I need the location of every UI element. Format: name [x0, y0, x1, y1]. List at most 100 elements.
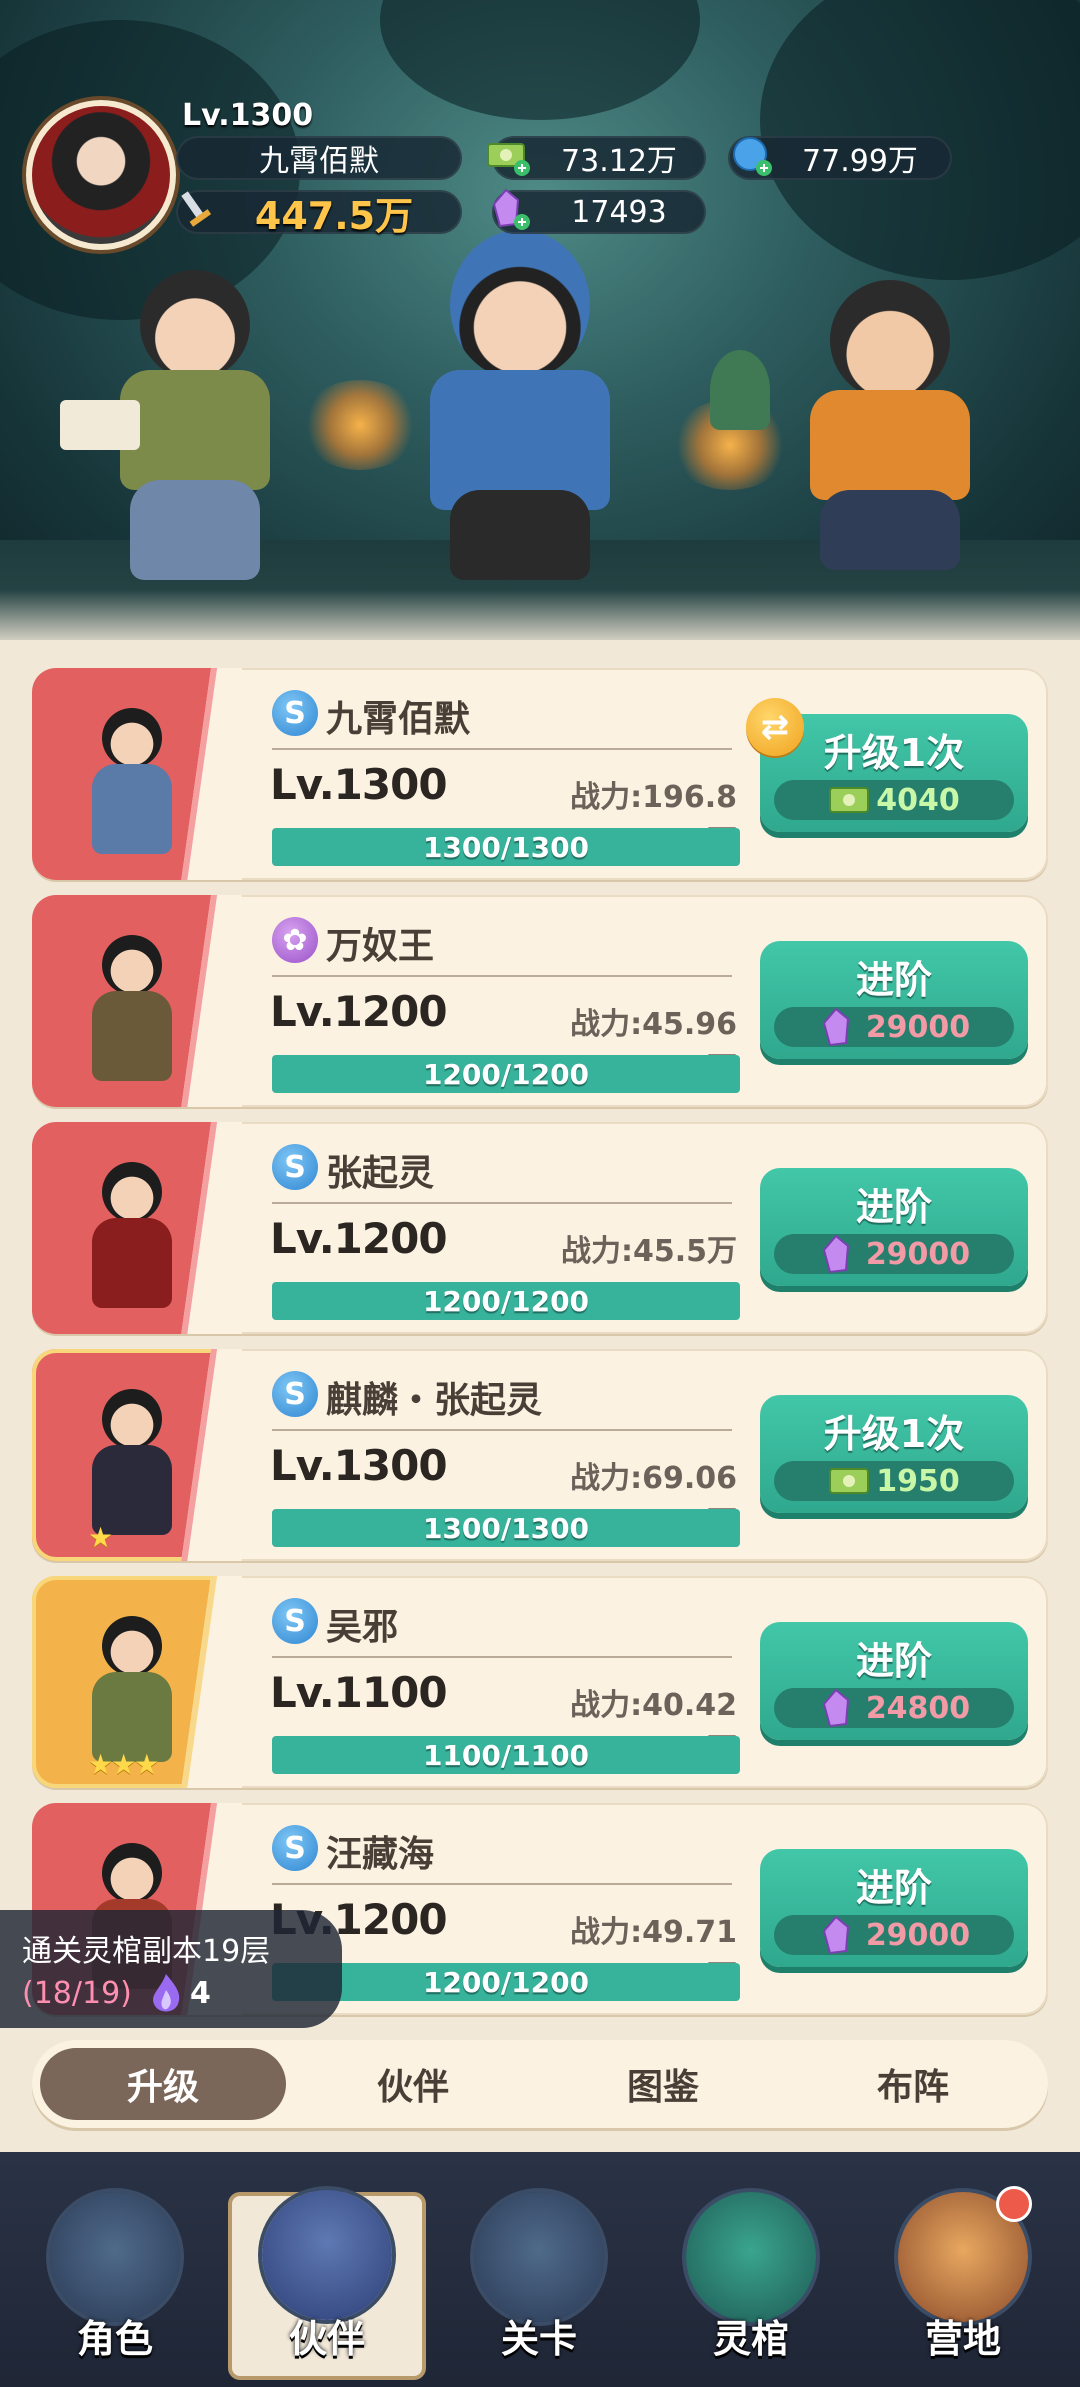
hero-center	[380, 230, 660, 590]
advance-button[interactable]: 进阶 29000	[760, 1168, 1028, 1286]
advance-button[interactable]: 进阶 24800	[760, 1622, 1028, 1740]
divider	[272, 975, 732, 977]
hero-right	[710, 280, 1020, 580]
button-label: 进阶	[855, 1866, 932, 1910]
cost-display: 29000	[774, 1007, 1014, 1047]
player-avatar[interactable]	[26, 100, 176, 250]
tab-formation[interactable]: 布阵	[790, 2048, 1036, 2120]
player-name-pill: 九霄佰默	[176, 136, 462, 180]
level-progress-bar: 1100/1100	[272, 1736, 740, 1774]
button-label: 进阶	[855, 1639, 932, 1683]
quest-title: 通关灵棺副本19层	[22, 1934, 271, 1969]
cost-value: 4040	[876, 782, 960, 818]
partner-level: Lv.1200	[270, 1214, 448, 1263]
player-name: 九霄佰默	[259, 144, 379, 179]
cost-display: 29000	[774, 1915, 1014, 1955]
nav-character[interactable]: 角色	[20, 2182, 210, 2382]
cost-display: 29000	[774, 1234, 1014, 1274]
bottom-nav: 角色 伙伴 关卡 灵棺 营地	[0, 2152, 1080, 2387]
player-level: Lv.1300	[182, 98, 314, 133]
tab-upgrade[interactable]: 升级	[40, 2048, 286, 2120]
partner-card[interactable]: ★ S 麒麟・张起灵 Lv.1300 战力:69.06万 1300/1300 升…	[32, 1349, 1048, 1561]
partner-card[interactable]: S 张起灵 Lv.1200 战力:45.5万 1200/1200 进阶 2900…	[32, 1122, 1048, 1334]
star-rating: ★	[88, 1521, 113, 1554]
sub-tab-bar: 升级 伙伴 图鉴 布阵	[32, 2040, 1048, 2128]
partner-portrait[interactable]: ★	[32, 1349, 242, 1561]
level-progress-bar: 1200/1200	[272, 1055, 740, 1093]
quest-progress: (18/19)	[22, 1976, 132, 2011]
cash-icon	[829, 1468, 870, 1494]
rarity-badge-icon: S	[272, 1598, 318, 1644]
cost-value: 24800	[865, 1690, 971, 1726]
crystal-icon	[822, 1007, 849, 1047]
upgrade-once-button[interactable]: 升级1次 1950	[760, 1395, 1028, 1513]
hero-left	[60, 270, 310, 590]
partner-name: 吴邪	[326, 1607, 399, 1648]
cost-value: 29000	[865, 1917, 971, 1953]
swap-icon[interactable]: ⇄	[746, 698, 804, 756]
cost-value: 1950	[876, 1463, 960, 1499]
battle-scene	[0, 0, 1080, 640]
cost-value: 29000	[865, 1009, 971, 1045]
rarity-badge-icon: S	[272, 1825, 318, 1871]
partner-icon	[262, 2190, 392, 2320]
divider	[272, 1429, 732, 1431]
player-power: 447.5万	[254, 193, 414, 238]
divider	[272, 1883, 732, 1885]
partner-portrait[interactable]	[32, 895, 242, 1107]
cash-icon	[487, 143, 530, 176]
partner-level: Lv.1200	[270, 987, 448, 1036]
partner-level: Lv.1300	[270, 760, 448, 809]
sword-icon	[181, 191, 212, 227]
notification-dot	[996, 2186, 1032, 2222]
divider	[272, 1656, 732, 1658]
partner-power: 战力:45.5万	[560, 1234, 737, 1269]
button-label: 进阶	[855, 1185, 932, 1229]
partner-portrait[interactable]: ★★★	[32, 1576, 242, 1788]
level-progress-bar: 1200/1200	[272, 1282, 740, 1320]
quest-tracker[interactable]: 通关灵棺副本19层 (18/19) 4	[0, 1910, 342, 2028]
cost-value: 29000	[865, 1236, 971, 1272]
cash-icon	[829, 787, 870, 813]
tab-partner[interactable]: 伙伴	[290, 2048, 536, 2120]
level-progress-bar: 1300/1300	[272, 1509, 740, 1547]
crystal-value: 17493	[571, 194, 667, 230]
partner-name: 万奴王	[326, 926, 435, 967]
nav-coffin[interactable]: 灵棺	[656, 2182, 846, 2382]
cost-display: 24800	[774, 1688, 1014, 1728]
button-label: 进阶	[855, 958, 932, 1002]
partner-card[interactable]: ★★★ S 吴邪 Lv.1100 战力:40.42万 1100/1100 进阶 …	[32, 1576, 1048, 1788]
purple-flame-icon	[153, 1974, 180, 2012]
tab-codex[interactable]: 图鉴	[540, 2048, 786, 2120]
partner-portrait[interactable]	[32, 1122, 242, 1334]
partner-card[interactable]: ✿ 万奴王 Lv.1200 战力:45.96万 1200/1200 进阶 290…	[32, 895, 1048, 1107]
coffin-icon	[686, 2192, 816, 2322]
partner-card[interactable]: S 九霄佰默 Lv.1300 战力:196.8万 1300/1300 升级1次 …	[32, 668, 1048, 880]
rarity-badge-icon: ✿	[272, 917, 318, 963]
quest-reward-count: 4	[190, 1976, 211, 2011]
divider	[272, 1202, 732, 1204]
character-icon	[50, 2192, 180, 2322]
partner-level: Lv.1100	[270, 1668, 448, 1717]
partner-name: 汪藏海	[326, 1834, 435, 1875]
cost-display: 4040	[774, 780, 1014, 820]
star-rating: ★★★	[88, 1748, 159, 1781]
level-progress-bar: 1200/1200	[272, 1963, 740, 2001]
nav-stage[interactable]: 关卡	[444, 2182, 634, 2382]
rarity-badge-icon: S	[272, 1144, 318, 1190]
partner-name: 麒麟・张起灵	[326, 1380, 543, 1421]
crystal-icon	[822, 1688, 849, 1728]
nav-partner[interactable]: 伙伴	[232, 2190, 422, 2376]
blue-orb-icon	[733, 137, 772, 176]
partner-level: Lv.1300	[270, 1441, 448, 1490]
crystal-icon	[822, 1915, 849, 1955]
gold-value: 73.12万	[561, 144, 677, 179]
rarity-badge-icon: S	[272, 690, 318, 736]
partner-name: 九霄佰默	[326, 699, 471, 740]
advance-button[interactable]: 进阶 29000	[760, 941, 1028, 1059]
partner-portrait[interactable]	[32, 668, 242, 880]
sword-stage-icon	[474, 2192, 604, 2322]
rarity-badge-icon: S	[272, 1371, 318, 1417]
advance-button[interactable]: 进阶 29000	[760, 1849, 1028, 1967]
diamond-value: 77.99万	[802, 144, 918, 179]
